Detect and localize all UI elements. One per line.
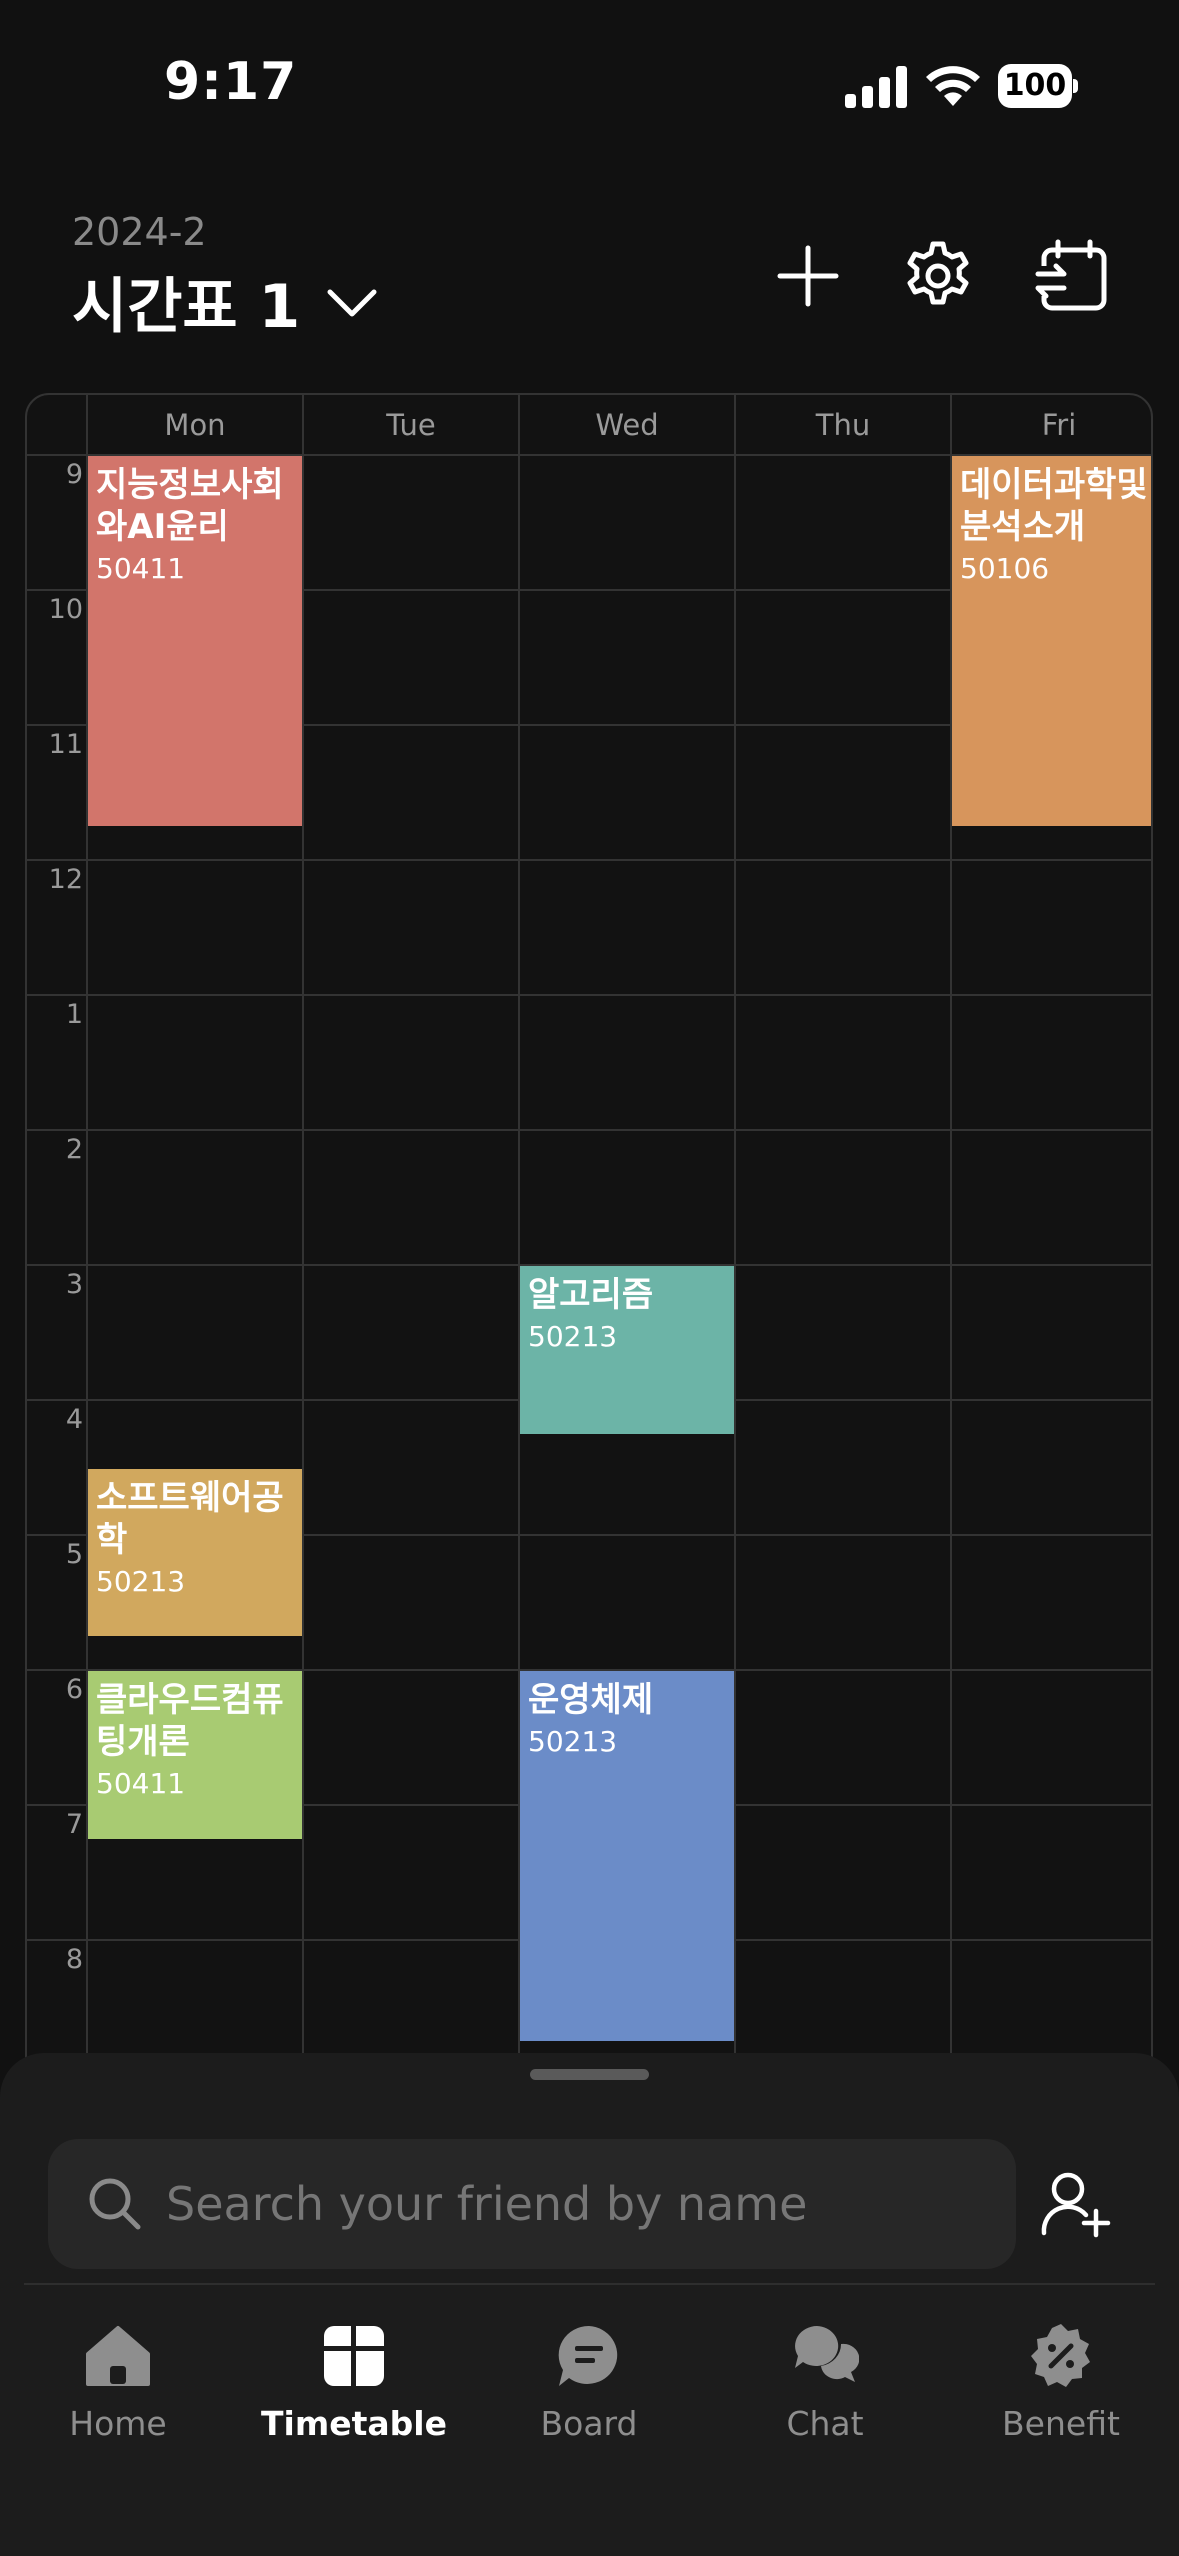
class-block[interactable]: 운영체제 50213	[520, 1671, 734, 2042]
tab-label: Home	[69, 2404, 167, 2443]
add-friend-icon[interactable]	[1040, 2169, 1112, 2241]
class-block[interactable]: 클라우드컴퓨팅개론 50411	[88, 1671, 302, 1839]
class-room: 50213	[528, 1725, 618, 1758]
class-name: 소프트웨어공학	[96, 1477, 284, 1560]
hour-label: 12	[48, 864, 83, 895]
settings-gear-icon[interactable]	[900, 238, 976, 314]
tab-bar: Home Timetable Board Chat Benefit	[0, 2270, 1179, 2450]
class-name: 알고리즘	[528, 1275, 654, 1315]
tab-home[interactable]: Home	[0, 2270, 236, 2450]
class-name: 데이터과학및분석소개	[960, 465, 1148, 547]
search-icon	[89, 2178, 141, 2230]
chevron-down-icon	[327, 289, 377, 316]
hour-label: 4	[65, 1404, 83, 1435]
hour-label: 2	[65, 1134, 83, 1165]
day-header-wed: Wed	[595, 408, 659, 442]
timetable-selector[interactable]: 시간표 1	[72, 258, 378, 345]
hour-label: 9	[65, 459, 83, 490]
tab-label: Board	[540, 2404, 638, 2443]
hour-label: 1	[65, 999, 83, 1030]
class-name: 지능정보사회와AI윤리	[96, 465, 284, 547]
class-name: 클라우드컴퓨팅개론	[96, 1680, 284, 1762]
wifi-icon	[926, 66, 980, 106]
hour-label: 10	[48, 594, 83, 625]
tab-label: Timetable	[261, 2404, 447, 2443]
hour-label: 3	[65, 1269, 83, 1300]
tab-label: Chat	[786, 2404, 864, 2443]
semester-label: 2024-2	[72, 210, 207, 254]
sheet-drag-handle[interactable]	[530, 2069, 649, 2080]
day-header-fri: Fri	[1041, 408, 1077, 442]
class-block[interactable]: 알고리즘 50213	[520, 1266, 734, 1434]
board-icon	[558, 2325, 618, 2386]
class-room: 50213	[96, 1564, 186, 1598]
day-header-thu: Thu	[815, 408, 871, 442]
share-timetable-icon[interactable]	[1034, 238, 1114, 314]
class-room: 50213	[528, 1320, 618, 1353]
battery-level: 100	[998, 64, 1072, 108]
hour-label: 7	[65, 1809, 83, 1840]
day-header-mon: Mon	[164, 408, 226, 442]
battery-icon: 100	[998, 64, 1078, 108]
class-block[interactable]: 데이터과학및분석소개 50106	[952, 456, 1151, 827]
add-button[interactable]	[770, 238, 846, 314]
tab-timetable[interactable]: Timetable	[236, 2270, 472, 2450]
page-title: 시간표 1	[72, 272, 301, 342]
tab-chat[interactable]: Chat	[707, 2270, 943, 2450]
status-bar: 9:17 100	[0, 0, 1179, 150]
benefit-icon	[1031, 2324, 1090, 2387]
day-header-tue: Tue	[386, 408, 436, 442]
hour-label: 5	[65, 1539, 83, 1570]
status-time: 9:17	[164, 52, 298, 112]
tab-label: Benefit	[1002, 2404, 1120, 2443]
cellular-signal-icon	[845, 66, 907, 108]
hour-label: 6	[65, 1674, 83, 1705]
class-block[interactable]: 지능정보사회와AI윤리 50411	[88, 456, 302, 827]
class-room: 50411	[96, 552, 186, 585]
chat-icon	[795, 2326, 859, 2382]
class-room: 50106	[960, 552, 1050, 585]
timetable-grid[interactable]: Mon Tue Wed Thu Fri 9 10 11 12 1 2 3 4 5 6 7 8 지능정보사회와A…	[25, 393, 1153, 2083]
tab-board[interactable]: Board	[471, 2270, 707, 2450]
class-room: 50411	[96, 1767, 186, 1800]
friend-search-bar[interactable]	[48, 2139, 1016, 2269]
hour-label: 8	[65, 1944, 83, 1975]
home-icon	[86, 2326, 150, 2386]
hour-label: 11	[48, 729, 83, 760]
class-block[interactable]: 소프트웨어공학 50213	[88, 1468, 302, 1637]
class-name: 운영체제	[528, 1680, 654, 1720]
friend-search-input[interactable]	[166, 2139, 986, 2269]
timetable-icon	[324, 2326, 384, 2386]
tab-benefit[interactable]: Benefit	[943, 2270, 1179, 2450]
